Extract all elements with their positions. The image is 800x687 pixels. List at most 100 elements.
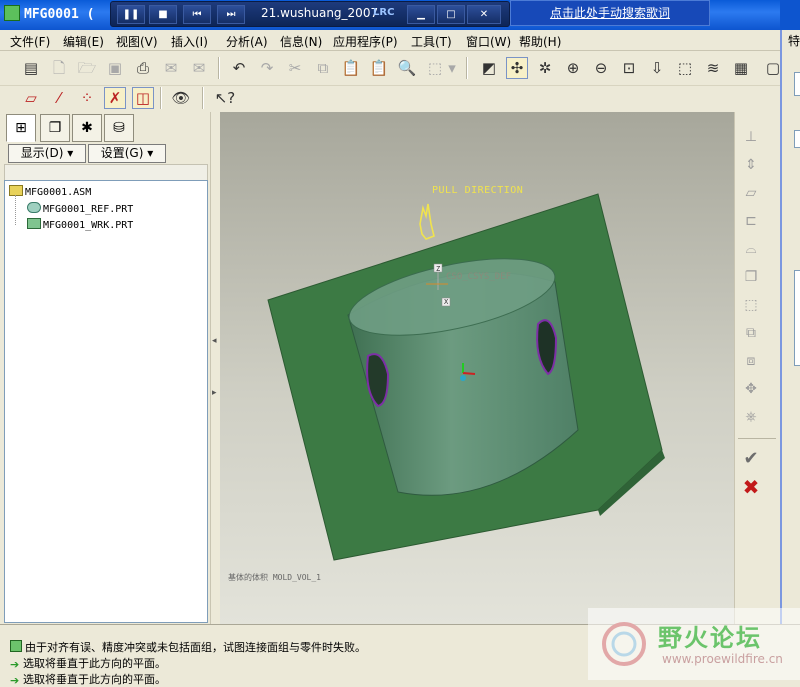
selection-box-icon[interactable]: ⬚ <box>424 57 446 79</box>
mail-icon[interactable]: ✉ <box>160 57 182 79</box>
menu-window[interactable]: 窗口(W) <box>466 33 511 50</box>
redo-icon[interactable]: ↷ <box>256 57 278 79</box>
zoom-out-icon[interactable]: ⊖ <box>590 57 612 79</box>
cut-icon[interactable]: ✂ <box>284 57 306 79</box>
refit-icon[interactable]: ⊡ <box>618 57 640 79</box>
csys-axis-z-label: Z <box>436 265 441 273</box>
expand-right-icon[interactable]: ▸ <box>212 388 217 398</box>
workpiece-icon[interactable]: ⊏ <box>739 210 763 232</box>
copy-icon[interactable]: ⧉ <box>312 57 334 79</box>
tree-item-workpiece[interactable]: MFG0001_WRK.PRT <box>27 218 133 231</box>
mold-volume-icon[interactable]: ⬚ <box>739 294 763 316</box>
settings-dropdown-label: 设置(G) <box>100 146 144 160</box>
cancel-x-icon[interactable]: ✖ <box>739 476 763 498</box>
menu-info[interactable]: 信息(N) <box>280 33 322 50</box>
settings-dropdown[interactable]: 设置(G) ▾ <box>88 144 166 163</box>
watermark-url: www.proewildfire.cn <box>662 652 783 666</box>
pull-direction-icon[interactable]: ⇕ <box>739 154 763 176</box>
undo-icon[interactable]: ↶ <box>228 57 250 79</box>
maximize-button[interactable]: □ <box>437 5 465 24</box>
collapse-left-icon[interactable]: ◂ <box>212 336 217 346</box>
tree-item-ref-part[interactable]: MFG0001_REF.PRT <box>27 202 133 215</box>
runner-icon[interactable]: ⎈ <box>739 406 763 428</box>
connections-tab[interactable]: ⛁ <box>104 114 134 142</box>
navigator-panel: ⊞ ❐ ✱ ⛁ 显示(D) ▾ 设置(G) ▾ MFG0001.ASM MFG0… <box>0 112 210 624</box>
parting-surface-icon[interactable]: ⌓ <box>739 238 763 260</box>
ok-check-icon[interactable]: ✔ <box>739 448 763 470</box>
menu-help[interactable]: 帮助(H) <box>519 33 561 50</box>
tree-column-header <box>4 164 208 181</box>
paste-icon[interactable]: 📋 <box>340 57 362 79</box>
view-manager-icon[interactable]: ▦ <box>730 57 752 79</box>
status-message-1: 由于对齐有误、精度冲突或未包括面组，试图连接面组与零件时失败。 <box>10 639 366 655</box>
menu-insert[interactable]: 插入(I) <box>171 33 208 50</box>
orient-mode-icon[interactable]: ✲ <box>534 57 556 79</box>
save-icon[interactable]: ▣ <box>104 57 126 79</box>
watermark-logo <box>602 622 646 666</box>
hide-icon[interactable]: 👁 <box>170 87 192 109</box>
tree-item-assembly[interactable]: MFG0001.ASM <box>9 185 91 198</box>
folder-browser-tab[interactable]: ❐ <box>40 114 70 142</box>
previous-button[interactable]: ⏮ <box>183 5 211 24</box>
toolbar-separator <box>218 57 220 79</box>
new-file-icon[interactable]: 🗋 <box>48 57 70 79</box>
stop-button[interactable]: ■ <box>149 5 177 24</box>
datum-point-icon[interactable]: ⁘ <box>76 87 98 109</box>
minimize-button[interactable]: ▁ <box>407 5 435 24</box>
shrinkage-icon[interactable]: ▱ <box>739 182 763 204</box>
cast-icon[interactable]: ⧈ <box>739 350 763 372</box>
menu-file[interactable]: 文件(F) <box>10 33 50 50</box>
extract-icon[interactable]: ⧉ <box>739 322 763 344</box>
spin-center-display-icon[interactable]: ◫ <box>132 87 154 109</box>
toolbar-separator <box>466 57 468 79</box>
pause-button[interactable]: ❚❚ <box>117 5 145 24</box>
datum-axis-icon[interactable]: ⁄ <box>48 87 70 109</box>
datum-plane-icon[interactable]: ▱ <box>20 87 42 109</box>
graphics-viewport[interactable]: PULL DIRECTION CSO_CSYS_DEF Z X 基体的体积 MO… <box>220 112 734 624</box>
favorites-tab[interactable]: ✱ <box>72 114 102 142</box>
zoom-in-icon[interactable]: ⊕ <box>562 57 584 79</box>
mold-model-icon[interactable]: ⊥ <box>739 126 763 148</box>
dialog-checkbox[interactable] <box>794 130 800 148</box>
context-help-icon[interactable]: ↖? <box>214 87 236 109</box>
display-dropdown[interactable]: 显示(D) ▾ <box>8 144 86 163</box>
secondary-dialog-tab[interactable]: 特 <box>788 32 800 49</box>
pull-direction-arrow <box>419 203 435 240</box>
watermark-text: 野火论坛 <box>658 624 762 652</box>
saved-views-icon[interactable]: ⬚ <box>674 57 696 79</box>
paste-special-icon[interactable]: 📋 <box>368 57 390 79</box>
spin-center-icon[interactable]: ✣ <box>506 57 528 79</box>
layers-icon[interactable]: ≋ <box>702 57 724 79</box>
menu-applications[interactable]: 应用程序(P) <box>333 33 398 50</box>
mail-attach-icon[interactable]: ✉ <box>188 57 210 79</box>
workpiece-icon <box>27 218 41 229</box>
close-button[interactable]: ✕ <box>467 5 501 24</box>
repaint-icon[interactable]: ◩ <box>478 57 500 79</box>
menu-view[interactable]: 视图(V) <box>116 33 158 50</box>
model-tree-tab[interactable]: ⊞ <box>6 114 36 142</box>
volume-split-icon[interactable]: ❐ <box>739 266 763 288</box>
dialog-field[interactable] <box>794 72 800 96</box>
chevron-down-icon[interactable]: ▾ <box>446 57 458 79</box>
mold-opening-icon[interactable]: ✥ <box>739 378 763 400</box>
tree-item-label: MFG0001_REF.PRT <box>43 204 134 215</box>
reorient-icon[interactable]: ⇩ <box>646 57 668 79</box>
menu-tools[interactable]: 工具(T) <box>411 33 452 50</box>
open-icon[interactable]: 🗁 <box>76 57 98 79</box>
print-icon[interactable]: ⎙ <box>132 57 154 79</box>
menu-edit[interactable]: 编辑(E) <box>63 33 104 50</box>
tool-separator <box>738 438 776 439</box>
player-track-title: 21.wushuang_2007 <box>261 6 379 20</box>
lyrics-search-link[interactable]: 点击此处手动搜索歌词 <box>510 0 710 26</box>
next-button[interactable]: ⏭ <box>217 5 245 24</box>
new-icon[interactable]: ▤ <box>20 57 42 79</box>
menu-analysis[interactable]: 分析(A) <box>226 33 268 50</box>
lrc-badge[interactable]: LRC <box>373 7 394 18</box>
window-title-text: MFG0001 ( <box>24 7 95 22</box>
csys-display-icon[interactable]: ✗ <box>104 87 126 109</box>
status-message-text: 由于对齐有误、精度冲突或未包括面组，试图连接面组与零件时失败。 <box>25 641 366 654</box>
dialog-list[interactable] <box>794 270 800 366</box>
pull-direction-label: PULL DIRECTION <box>432 185 524 196</box>
csys-axis-x-label: X <box>444 298 449 306</box>
find-icon[interactable]: 🔍 <box>396 57 418 79</box>
